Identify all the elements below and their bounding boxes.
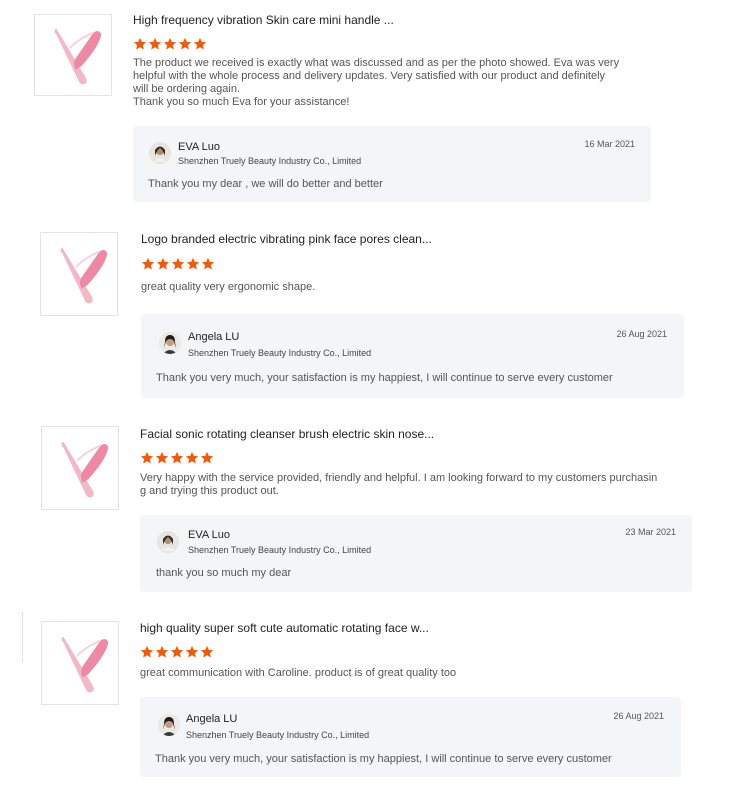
- product-thumbnail[interactable]: [40, 232, 118, 316]
- reply-company: Shenzhen Truely Beauty Industry Co., Lim…: [186, 730, 370, 740]
- star-rating: [133, 37, 207, 51]
- review-item: Logo branded electric vibrating pink fac…: [0, 210, 750, 410]
- star-rating: [140, 451, 214, 465]
- seller-reply: Angela LU Shenzhen Truely Beauty Industr…: [140, 697, 681, 777]
- product-title[interactable]: Facial sonic rotating cleanser brush ele…: [140, 427, 434, 441]
- seller-reply: Angela LU Shenzhen Truely Beauty Industr…: [141, 314, 684, 398]
- product-image: [61, 636, 109, 693]
- product-title[interactable]: Logo branded electric vibrating pink fac…: [141, 232, 432, 246]
- reply-author-name: EVA Luo: [178, 141, 220, 153]
- seller-reply: EVA Luo Shenzhen Truely Beauty Industry …: [140, 515, 692, 592]
- review-item: high quality super soft cute automatic r…: [0, 610, 750, 800]
- product-thumbnail[interactable]: [34, 14, 112, 96]
- star-icon: [170, 451, 184, 464]
- reply-author-name: EVA Luo: [188, 529, 230, 541]
- star-icon: [201, 257, 215, 270]
- product-image: [54, 28, 102, 85]
- review-item: Facial sonic rotating cleanser brush ele…: [0, 410, 750, 610]
- product-thumbnail[interactable]: [41, 621, 119, 705]
- review-text: The product we received is exactly what …: [133, 57, 620, 108]
- avatar: [159, 332, 181, 354]
- star-rating: [141, 257, 215, 271]
- star-icon: [140, 645, 154, 658]
- star-icon: [140, 451, 154, 464]
- star-icon: [156, 257, 170, 270]
- star-icon: [200, 451, 214, 464]
- star-icon: [186, 257, 200, 270]
- seller-reply: EVA Luo Shenzhen Truely Beauty Industry …: [133, 126, 651, 202]
- product-image: [60, 247, 108, 304]
- avatar: [149, 142, 171, 164]
- star-icon: [133, 37, 147, 50]
- product-image: [61, 441, 109, 498]
- star-icon: [200, 645, 214, 658]
- reply-company: Shenzhen Truely Beauty Industry Co., Lim…: [178, 156, 362, 166]
- reply-date: 16 Mar 2021: [584, 139, 635, 149]
- reply-company: Shenzhen Truely Beauty Industry Co., Lim…: [188, 545, 372, 555]
- avatar: [157, 531, 179, 553]
- reply-date: 23 Mar 2021: [625, 527, 676, 537]
- product-title[interactable]: high quality super soft cute automatic r…: [140, 621, 429, 635]
- reply-date: 26 Aug 2021: [616, 329, 667, 339]
- star-rating: [140, 645, 214, 659]
- reply-date: 26 Aug 2021: [613, 711, 664, 721]
- star-icon: [171, 257, 185, 270]
- star-icon: [141, 257, 155, 270]
- star-icon: [170, 645, 184, 658]
- star-icon: [185, 451, 199, 464]
- star-icon: [178, 37, 192, 50]
- review-item: High frequency vibration Skin care mini …: [0, 0, 750, 210]
- avatar: [158, 714, 180, 736]
- reply-company: Shenzhen Truely Beauty Industry Co., Lim…: [188, 348, 372, 358]
- star-icon: [155, 645, 169, 658]
- reply-text: thank you so much my dear: [156, 567, 292, 579]
- product-title[interactable]: High frequency vibration Skin care mini …: [133, 13, 394, 27]
- review-text: great quality very ergonomic shape.: [141, 281, 316, 293]
- review-text: Very happy with the service provided, fr…: [140, 472, 658, 497]
- reply-text: Thank you very much, your satisfaction i…: [156, 372, 613, 384]
- star-icon: [148, 37, 162, 50]
- reply-text: Thank you my dear , we will do better an…: [148, 178, 383, 190]
- reply-text: Thank you very much, your satisfaction i…: [155, 753, 612, 765]
- product-thumbnail[interactable]: [41, 426, 119, 510]
- star-icon: [155, 451, 169, 464]
- star-icon: [193, 37, 207, 50]
- review-text: great communication with Caroline. produ…: [140, 667, 457, 679]
- star-icon: [185, 645, 199, 658]
- reply-author-name: Angela LU: [188, 331, 240, 343]
- star-icon: [163, 37, 177, 50]
- reply-author-name: Angela LU: [186, 713, 238, 725]
